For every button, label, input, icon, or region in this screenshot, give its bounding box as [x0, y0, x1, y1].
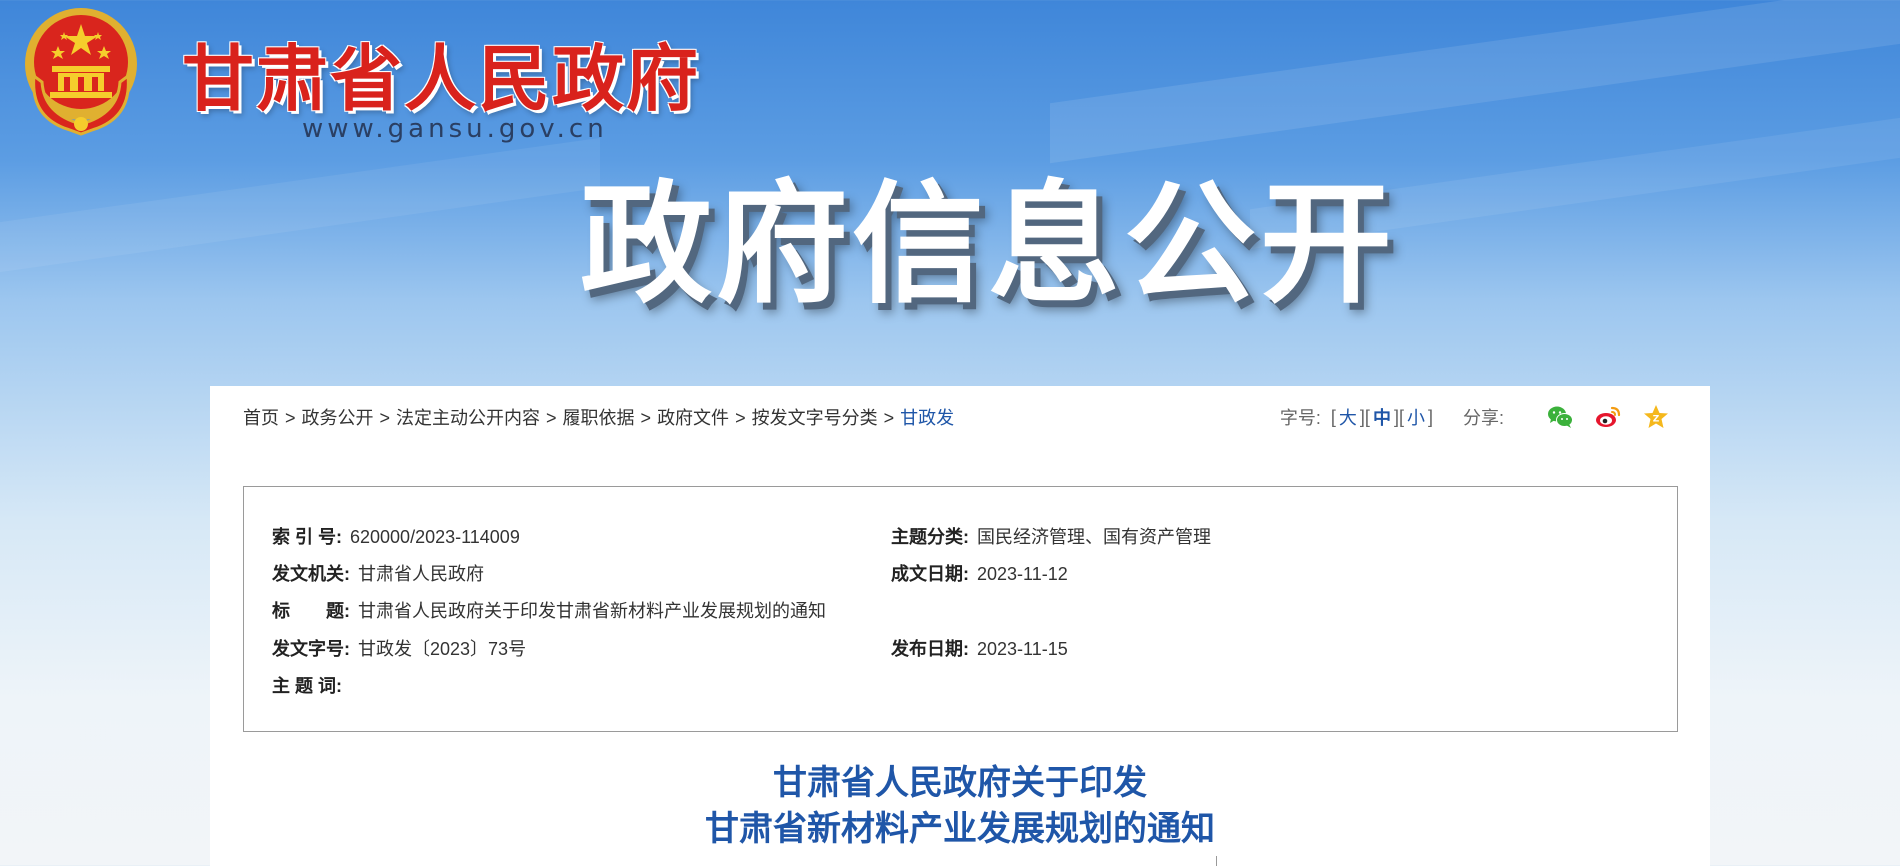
- site-title[interactable]: 甘肃省人民政府: [182, 20, 700, 125]
- meta-label: 成文日期:: [891, 564, 969, 584]
- breadcrumb-separator: >: [883, 408, 895, 428]
- meta-issuer: 发文机关: 甘肃省人民政府: [272, 560, 484, 586]
- breadcrumb-gov-affairs[interactable]: 政务公开: [302, 408, 374, 428]
- document-title-line: 甘肃省人民政府关于印发: [773, 764, 1147, 802]
- meta-label: 主题分类:: [891, 527, 969, 547]
- document-metadata-box: 索 引 号: 620000/2023-114009 主题分类: 国民经济管理、国有资…: [243, 486, 1678, 732]
- meta-value: 国民经济管理、国有资产管理: [977, 527, 1211, 547]
- font-size-label: 字号:: [1279, 408, 1321, 428]
- meta-value: 2023-11-12: [977, 564, 1068, 584]
- meta-label: 索 引 号:: [272, 527, 342, 547]
- wechat-icon[interactable]: [1546, 403, 1574, 431]
- meta-label: 主 题 词:: [272, 676, 342, 696]
- meta-label: 发文字号:: [272, 639, 350, 659]
- national-emblem-icon: [25, 8, 137, 136]
- meta-label: 标 题:: [272, 601, 350, 621]
- document-title-line: 甘肃省新材料产业发展规划的通知: [705, 810, 1215, 848]
- meta-value: 2023-11-15: [977, 639, 1068, 659]
- meta-label: 发文机关:: [272, 564, 350, 584]
- breadcrumb-separator: >: [735, 408, 746, 428]
- page-tools: 字号: [大] [中] [小] 分享: Z: [1280, 402, 1670, 432]
- breadcrumb-gov-documents[interactable]: 政府文件: [657, 408, 729, 428]
- svg-text:Z: Z: [1653, 415, 1660, 425]
- share-label: 分享:: [1462, 408, 1504, 428]
- meta-index-number: 索 引 号: 620000/2023-114009: [272, 523, 520, 549]
- meta-label: 发布日期:: [891, 639, 969, 659]
- breadcrumb-separator: >: [546, 408, 557, 428]
- site-url[interactable]: www.gansu.gov.cn: [302, 114, 608, 144]
- font-size-large-button[interactable]: 大: [1336, 404, 1360, 430]
- breadcrumb-separator: >: [640, 408, 652, 428]
- breadcrumb-home[interactable]: 首页: [243, 408, 279, 428]
- favorite-star-icon[interactable]: Z: [1642, 403, 1670, 431]
- meta-value: 620000/2023-114009: [350, 527, 520, 547]
- meta-topic-category: 主题分类: 国民经济管理、国有资产管理: [891, 523, 1211, 549]
- meta-created-date: 成文日期: 2023-11-12: [891, 560, 1068, 586]
- font-size-medium-button[interactable]: 中: [1370, 404, 1394, 430]
- breadcrumb-separator: >: [379, 408, 391, 428]
- meta-value: 甘肃省人民政府: [358, 564, 484, 584]
- breadcrumb-by-doc-number[interactable]: 按发文字号分类: [752, 408, 878, 428]
- breadcrumb-duty-basis[interactable]: 履职依据: [563, 408, 635, 428]
- background-streak: [0, 137, 600, 273]
- meta-title: 标 题: 甘肃省人民政府关于印发甘肃省新材料产业发展规划的通知: [272, 597, 826, 623]
- bracket-close: ]: [1427, 406, 1433, 427]
- meta-value: 甘肃省人民政府关于印发甘肃省新材料产业发展规划的通知: [358, 601, 826, 621]
- meta-keywords: 主 题 词:: [272, 672, 350, 698]
- breadcrumb: 首页 > 政务公开 > 法定主动公开内容 > 履职依据 > 政府文件 > 按发文字号分类 > 甘政发: [243, 404, 954, 430]
- font-size-small-button[interactable]: 小: [1404, 404, 1428, 430]
- hero-title: 政府信息公开: [580, 168, 1396, 322]
- breadcrumb-statutory-disclosure[interactable]: 法定主动公开内容: [396, 408, 540, 428]
- breadcrumb-separator: >: [285, 408, 296, 428]
- document-title: 甘肃省人民政府关于印发 甘肃省新材料产业发展规划的通知: [210, 760, 1710, 852]
- weibo-icon[interactable]: [1594, 403, 1622, 431]
- meta-document-number: 发文字号: 甘政发〔2023〕73号: [272, 635, 526, 661]
- meta-value: 甘政发〔2023〕73号: [358, 639, 527, 659]
- content-panel: 首页 > 政务公开 > 法定主动公开内容 > 履职依据 > 政府文件 > 按发文字号分类 > 甘政发 字…: [210, 386, 1710, 866]
- breadcrumb-current[interactable]: 甘政发: [900, 408, 954, 428]
- text-cursor: [1216, 856, 1217, 866]
- meta-published-date: 发布日期: 2023-11-15: [891, 635, 1068, 661]
